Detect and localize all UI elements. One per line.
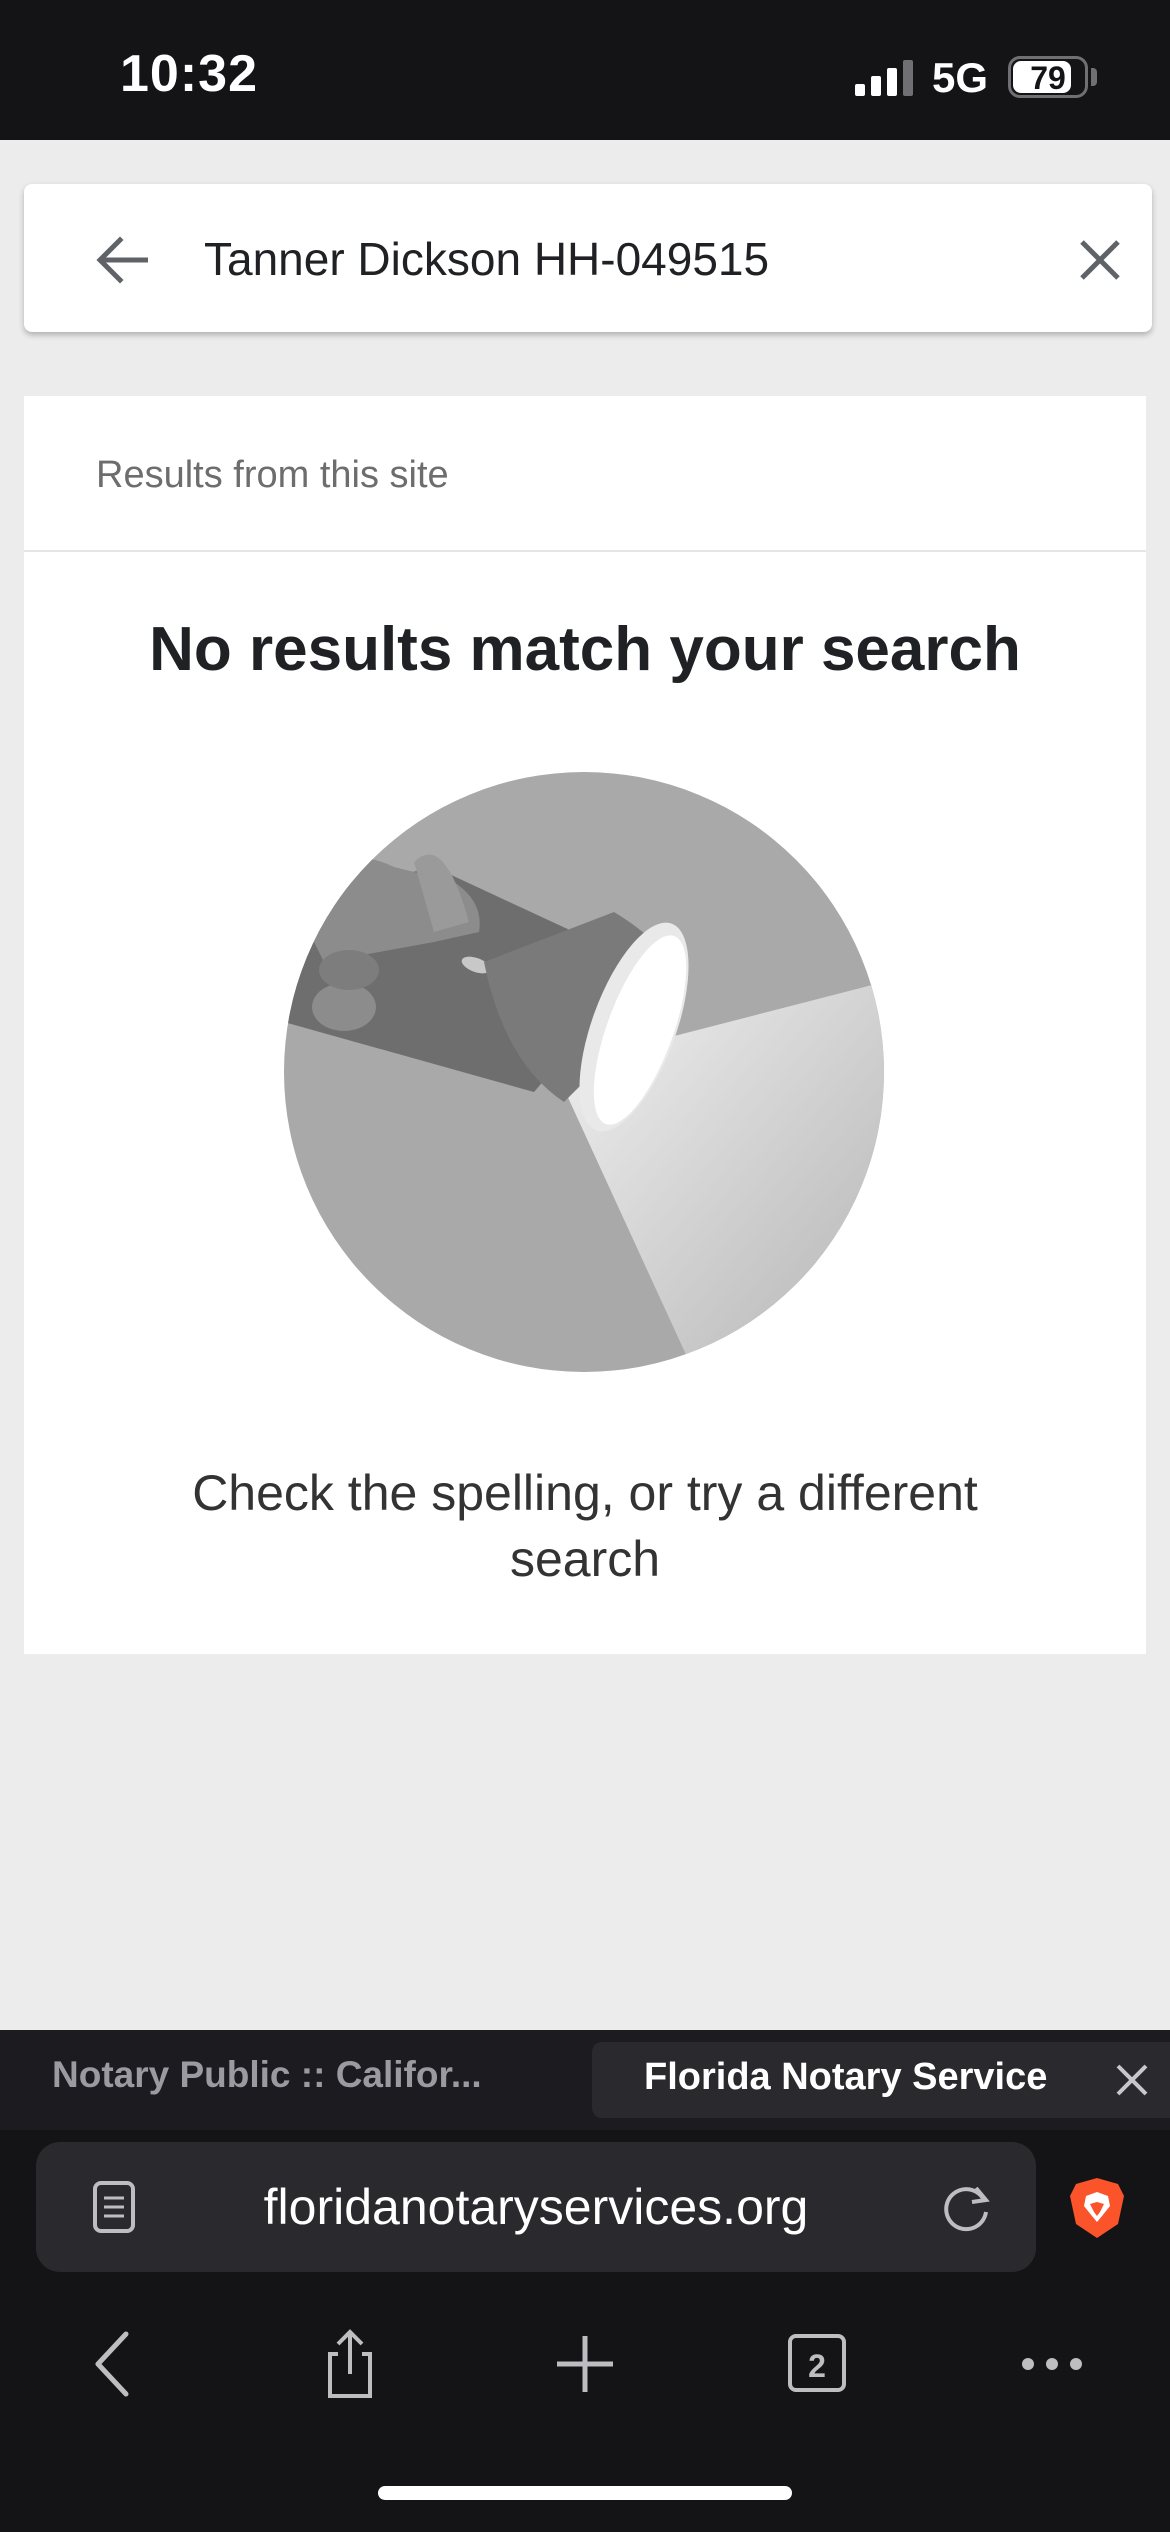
url-text[interactable]: floridanotaryservices.org bbox=[36, 2178, 1036, 2236]
battery-nub bbox=[1091, 68, 1097, 86]
no-results-title: No results match your search bbox=[149, 615, 1021, 684]
flashlight-illustration bbox=[284, 772, 884, 1372]
back-icon[interactable] bbox=[76, 2324, 156, 2404]
tab-strip: Notary Public :: Califor... Florida Nota… bbox=[0, 2030, 1170, 2130]
new-tab-icon[interactable] bbox=[545, 2324, 625, 2404]
brave-shields-icon[interactable] bbox=[1068, 2176, 1126, 2240]
status-time: 10:32 bbox=[120, 45, 258, 103]
cellular-signal-icon bbox=[855, 60, 915, 96]
url-bar[interactable]: floridanotaryservices.org bbox=[36, 2142, 1036, 2272]
tabs-count-box: 2 bbox=[788, 2334, 846, 2392]
search-input[interactable] bbox=[204, 224, 1024, 294]
status-bar: 10:32 5G 79 bbox=[0, 0, 1170, 140]
network-type: 5G bbox=[932, 54, 989, 101]
no-results-hint: Check the spelling, or try a different s… bbox=[192, 1465, 978, 1587]
tab-label: Florida Notary Service bbox=[644, 2056, 1048, 2098]
browser-chrome: Notary Public :: Califor... Florida Nota… bbox=[0, 2030, 1170, 2532]
more-icon[interactable] bbox=[1012, 2324, 1092, 2404]
battery-level: 79 bbox=[1030, 60, 1066, 96]
close-tab-icon[interactable] bbox=[1112, 2060, 1152, 2100]
bottom-toolbar: 2 bbox=[0, 2300, 1170, 2420]
tab-notary-public[interactable]: Notary Public :: Califor... bbox=[52, 2054, 572, 2110]
reload-icon[interactable] bbox=[940, 2180, 994, 2234]
tabs-icon[interactable]: 2 bbox=[778, 2324, 858, 2404]
results-card: Results from this site No results match … bbox=[24, 396, 1146, 1654]
close-icon[interactable] bbox=[1076, 236, 1124, 284]
arrow-left-icon[interactable] bbox=[96, 236, 148, 284]
results-header: Results from this site bbox=[24, 396, 1146, 552]
share-icon[interactable] bbox=[310, 2324, 390, 2404]
home-indicator[interactable] bbox=[378, 2486, 792, 2500]
tab-count: 2 bbox=[808, 2348, 826, 2384]
results-source-label: Results from this site bbox=[96, 454, 449, 496]
tab-florida-notary[interactable]: Florida Notary Service bbox=[592, 2042, 1170, 2118]
search-bar bbox=[24, 184, 1152, 332]
battery-icon: 79 bbox=[1008, 56, 1088, 98]
